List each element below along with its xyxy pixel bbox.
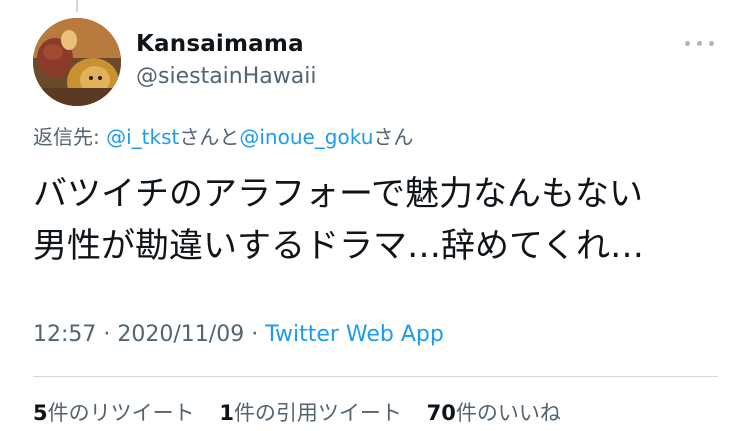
source-link[interactable]: Twitter Web App [265, 322, 444, 347]
tweet-stats: 5件のリツイート 1件の引用ツイート 70件のいいね [33, 397, 579, 427]
retweets-count: 5 [33, 401, 48, 425]
mention-link-i-tkst[interactable]: @i_tkst [106, 125, 179, 149]
tweet-text-line-1: バツイチのアラフォーで魅力なんもない [33, 174, 643, 214]
reply-suffix: さん [373, 125, 414, 149]
tweet-meta: 12:57 · 2020/11/09 · Twitter Web App [33, 322, 444, 347]
user-handle[interactable]: @siestainHawaii [136, 64, 316, 89]
quotes-count: 1 [219, 401, 234, 425]
likes-count: 70 [426, 401, 456, 425]
display-name[interactable]: Kansaimama [136, 31, 304, 57]
tweet-text-line-2: 男性が勘違いするドラマ…辞めてくれ… [33, 226, 644, 266]
tweet-text: バツイチのアラフォーで魅力なんもない 男性が勘違いするドラマ…辞めてくれ… [33, 168, 723, 272]
tweet-date[interactable]: 2020/11/09 [117, 322, 244, 347]
quotes-stat[interactable]: 1件の引用ツイート [219, 397, 402, 427]
mention-link-inoue-goku[interactable]: @inoue_goku [239, 125, 373, 149]
retweets-stat[interactable]: 5件のリツイート [33, 397, 195, 427]
meta-separator: · [244, 322, 266, 347]
retweets-label: 件のリツイート [47, 401, 195, 425]
avatar[interactable] [33, 18, 121, 106]
reply-prefix: 返信先: [33, 125, 107, 149]
likes-stat[interactable]: 70件のいいね [427, 397, 561, 427]
quotes-label: 件の引用ツイート [233, 401, 402, 425]
reply-to: 返信先: @i_tkstさんと@inoue_gokuさん [33, 121, 413, 150]
more-icon[interactable] [681, 33, 717, 53]
lion-king-avatar-image [33, 18, 121, 106]
reply-joiner: さんと [179, 125, 240, 149]
tweet-time[interactable]: 12:57 [33, 322, 96, 347]
meta-separator: · [96, 322, 118, 347]
divider [33, 376, 718, 377]
thread-line [76, 0, 78, 12]
likes-label: 件のいいね [455, 401, 561, 425]
